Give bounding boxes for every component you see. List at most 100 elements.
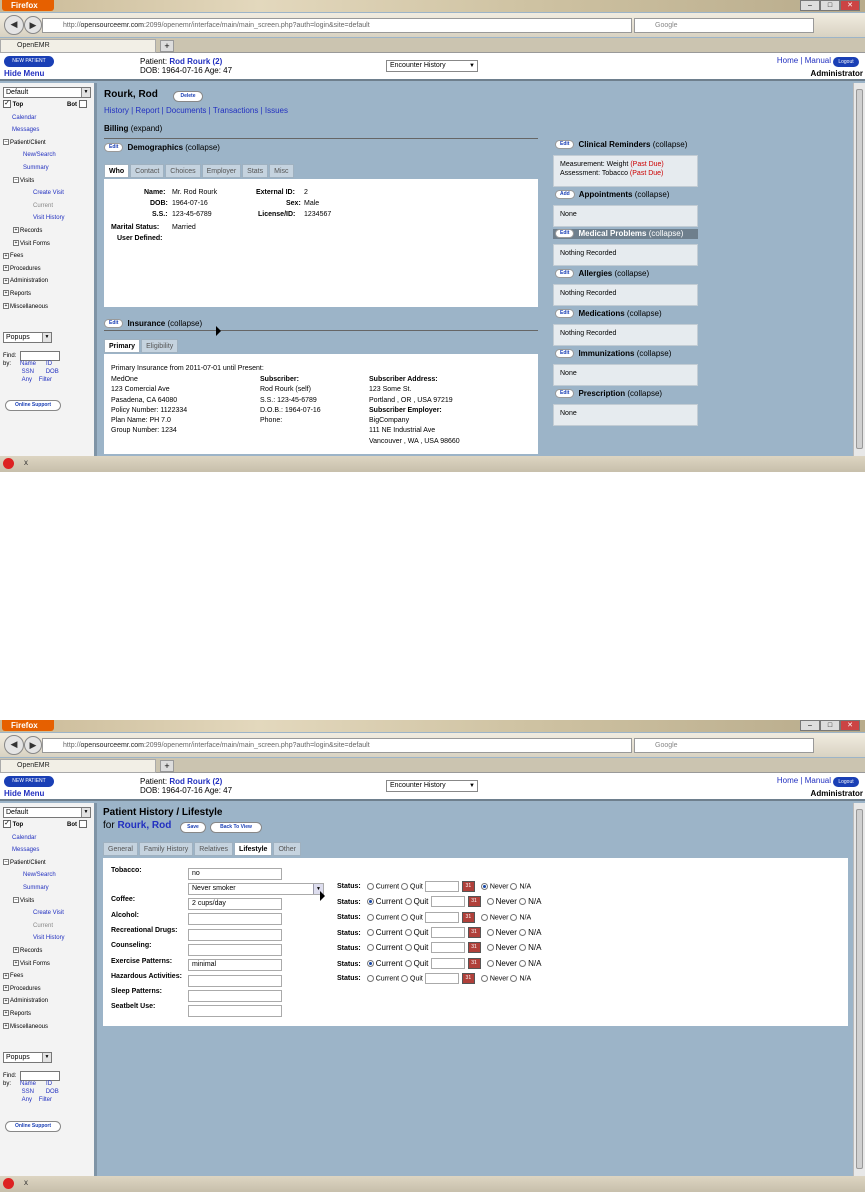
radio-na[interactable] [519, 898, 527, 906]
nav-new-search[interactable]: New/Search [3, 149, 95, 162]
new-patient-button[interactable]: NEW PATIENT [4, 776, 54, 787]
radio-current[interactable] [366, 960, 374, 968]
counseling-input[interactable] [188, 944, 282, 956]
patient-link[interactable]: Rourk, Rod [117, 820, 171, 831]
radio-quit[interactable] [404, 929, 412, 937]
nav-patient-client[interactable]: – Patient/Client [3, 137, 95, 150]
nav-visits[interactable]: – Visits [3, 175, 95, 188]
exercise-patterns-input[interactable]: minimal [188, 959, 282, 971]
radio-never[interactable] [480, 883, 488, 890]
nav-new-search[interactable]: New/Search [3, 869, 95, 882]
view-select[interactable]: Default ▼ [3, 807, 91, 818]
edit-prescription-button[interactable]: Edit [555, 389, 575, 399]
nav-calendar[interactable]: Calendar [3, 112, 95, 125]
nav-procedures[interactable]: + Procedures [3, 263, 95, 276]
nav-procedures[interactable]: + Procedures [3, 983, 95, 996]
allergies-header[interactable]: Edit Allergies (collapse) [555, 268, 649, 280]
edit-problems-button[interactable]: Edit [555, 229, 575, 239]
top-checkbox[interactable]: ✓ [3, 100, 11, 109]
radio-quit[interactable] [404, 960, 412, 968]
report-link[interactable]: Report [135, 106, 159, 115]
radio-quit[interactable] [401, 975, 409, 982]
nav-current[interactable]: Current [3, 200, 95, 213]
radio-never[interactable] [480, 975, 488, 982]
nav-visit-history[interactable]: Visit History [3, 212, 95, 225]
tab-primary[interactable]: Primary [104, 339, 141, 353]
nav-fees[interactable]: + Fees [3, 970, 95, 983]
online-support-button[interactable]: Online Support [5, 1121, 61, 1132]
find-by-id[interactable]: ID [46, 1081, 52, 1087]
radio-na[interactable] [519, 944, 527, 952]
radio-never[interactable] [486, 960, 494, 968]
calendar-icon[interactable]: 31 [461, 881, 475, 892]
clinical-reminders-header[interactable]: Edit Clinical Reminders (collapse) [555, 139, 687, 151]
transactions-link[interactable]: Transactions [213, 106, 259, 115]
documents-link[interactable]: Documents [166, 106, 206, 115]
nav-current[interactable]: Current [3, 920, 95, 933]
hide-menu-link[interactable]: Hide Menu [4, 69, 44, 78]
insurance-header[interactable]: Edit Insurance (collapse) [104, 319, 202, 329]
bot-checkbox[interactable] [78, 100, 87, 109]
radio-current[interactable] [366, 898, 374, 906]
home-link[interactable]: Home [777, 56, 798, 65]
radio-quit[interactable] [401, 914, 409, 921]
prescription-header[interactable]: Edit Prescription (collapse) [555, 388, 662, 400]
medications-header[interactable]: Edit Medications (collapse) [555, 308, 662, 320]
nav-summary[interactable]: Summary [3, 882, 95, 895]
back-button[interactable]: ◀ [4, 735, 24, 755]
close-addon-bar-icon[interactable]: x [24, 1178, 28, 1187]
logout-button[interactable]: Logout [833, 57, 859, 67]
popups-select[interactable]: Popups ▼ [3, 332, 52, 343]
find-by-id[interactable]: ID [46, 361, 52, 367]
tab-family-history[interactable]: Family History [138, 842, 194, 856]
nav-records[interactable]: + Records [3, 945, 95, 958]
find-by-name[interactable]: Name [20, 1081, 36, 1087]
tobacco-select[interactable]: Never smoker ▼ [188, 883, 324, 895]
radio-na[interactable] [510, 883, 518, 890]
edit-immunizations-button[interactable]: Edit [555, 349, 575, 359]
patient-name-link[interactable]: Rod Rourk (2) [169, 777, 222, 786]
edit-insurance-button[interactable]: Edit [104, 319, 124, 329]
issues-link[interactable]: Issues [265, 106, 288, 115]
find-by-ssn[interactable]: SSN [22, 1089, 34, 1095]
nav-visits[interactable]: – Visits [3, 895, 95, 908]
search-input[interactable]: Google [634, 18, 814, 33]
nav-visit-forms[interactable]: + Visit Forms [3, 238, 95, 251]
tab-relatives[interactable]: Relatives [194, 842, 234, 856]
add-appointment-button[interactable]: Add [555, 190, 575, 200]
calendar-icon[interactable]: 31 [461, 912, 475, 923]
url-bar[interactable]: http://opensourceemr.com:2099/openemr/in… [42, 18, 632, 33]
edit-allergies-button[interactable]: Edit [555, 269, 575, 279]
calendar-icon[interactable]: 31 [467, 958, 481, 970]
calendar-icon[interactable]: 31 [467, 942, 481, 954]
tab-general[interactable]: General [103, 842, 138, 856]
nav-administration[interactable]: + Administration [3, 275, 95, 288]
history-link[interactable]: History [104, 106, 129, 115]
maximize-button[interactable]: □ [820, 0, 840, 11]
addon-icon[interactable] [3, 1178, 14, 1189]
tab-lifestyle[interactable]: Lifestyle [234, 842, 273, 856]
nav-miscellaneous[interactable]: + Miscellaneous [3, 301, 95, 314]
new-patient-button[interactable]: NEW PATIENT [4, 56, 54, 67]
scrollbar-thumb[interactable] [856, 809, 863, 1169]
back-button[interactable]: ◀ [4, 15, 24, 35]
scrollbar-thumb[interactable] [856, 89, 863, 449]
alcohol-input[interactable] [188, 913, 282, 925]
nav-create-visit[interactable]: Create Visit [3, 907, 95, 920]
bot-checkbox[interactable] [78, 820, 87, 829]
browser-tab[interactable]: OpenEMR [0, 39, 156, 53]
calendar-icon[interactable]: 31 [461, 973, 475, 984]
nav-administration[interactable]: + Administration [3, 995, 95, 1008]
radio-quit[interactable] [404, 944, 412, 952]
radio-never[interactable] [486, 898, 494, 906]
nav-messages[interactable]: Messages [3, 844, 95, 857]
seatbelt-use-input[interactable] [188, 1005, 282, 1017]
radio-never[interactable] [486, 929, 494, 937]
addon-icon[interactable] [3, 458, 14, 469]
medical-problems-header[interactable]: Edit Medical Problems (collapse) [555, 228, 683, 240]
manual-link[interactable]: Manual [805, 776, 831, 785]
find-by-dob[interactable]: DOB [46, 1089, 59, 1095]
quit-date-input[interactable] [430, 927, 465, 939]
nav-reports[interactable]: + Reports [3, 1008, 95, 1021]
close-window-button[interactable]: ✕ [840, 0, 860, 11]
